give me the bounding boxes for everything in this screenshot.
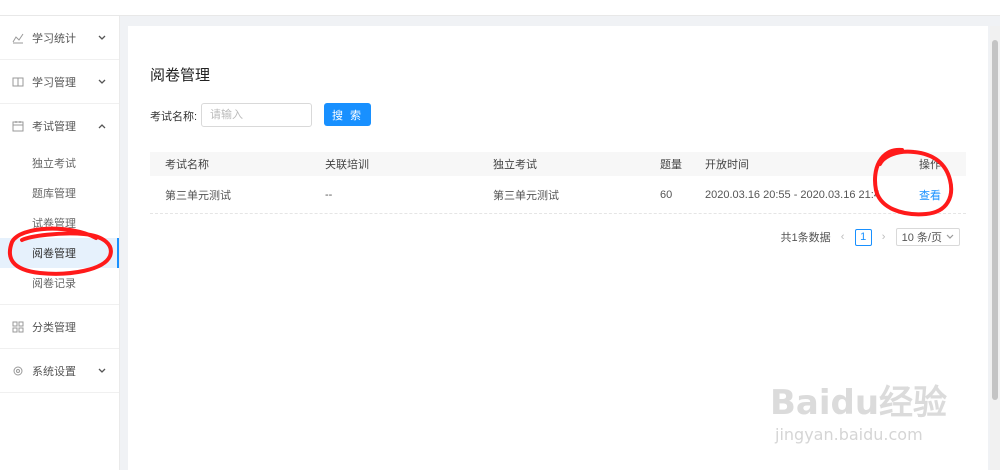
sidebar-group-system-settings[interactable]: 系统设置 bbox=[0, 349, 119, 393]
calendar-icon bbox=[12, 120, 24, 132]
exam-management-section: 考试管理 独立考试 题库管理 试卷管理 阅卷管理 阅卷记录 bbox=[0, 104, 119, 305]
column-header-independent-exam: 独立考试 bbox=[493, 159, 537, 171]
column-header-question-count: 题量 bbox=[660, 159, 682, 171]
sidebar-group-learning-management[interactable]: 学习管理 bbox=[0, 60, 119, 104]
pagination-total: 共1条数据 bbox=[780, 232, 831, 244]
pagination: 共1条数据 ‹ 1 › 10 条/页 bbox=[781, 228, 960, 246]
chevron-down-icon bbox=[946, 234, 954, 239]
scrollbar[interactable] bbox=[990, 26, 1000, 470]
sidebar-group-label: 学习管理 bbox=[32, 76, 76, 89]
exam-name-input[interactable] bbox=[201, 103, 312, 127]
page-size-value: 10 条/页 bbox=[901, 232, 942, 244]
chevron-down-icon bbox=[97, 33, 107, 43]
sidebar-group-label: 分类管理 bbox=[32, 321, 76, 334]
sidebar-group-learning-stats[interactable]: 学习统计 bbox=[0, 16, 119, 60]
column-header-open-time: 开放时间 bbox=[705, 159, 749, 171]
main-panel: 阅卷管理 考试名称: 搜 索 考试名称 关联培训 独立考试 题量 开放时间 操作… bbox=[128, 26, 988, 470]
sidebar-group-exam-management[interactable]: 考试管理 bbox=[0, 104, 119, 148]
column-header-training: 关联培训 bbox=[325, 159, 369, 171]
column-header-exam-name: 考试名称 bbox=[165, 159, 209, 171]
exam-name-label: 考试名称: bbox=[150, 111, 198, 123]
line-chart-icon bbox=[12, 32, 24, 44]
column-header-action: 操作 bbox=[919, 159, 941, 171]
next-page-icon[interactable]: › bbox=[878, 231, 890, 243]
grid-icon bbox=[12, 321, 24, 333]
cell-training: -- bbox=[325, 188, 333, 201]
sidebar-item-grading-records[interactable]: 阅卷记录 bbox=[0, 268, 119, 298]
cell-independent-exam: 第三单元测试 bbox=[493, 189, 559, 202]
prev-page-icon[interactable]: ‹ bbox=[837, 231, 849, 243]
sidebar: 学习统计 学习管理 考试管理 独立考试 题库管理 试卷管理 阅卷管理 阅卷记录 bbox=[0, 16, 120, 470]
page-title: 阅卷管理 bbox=[150, 67, 211, 84]
chevron-up-icon bbox=[97, 121, 107, 131]
cell-open-time: 2020.03.16 20:55 - 2020.03.16 21:4 bbox=[705, 188, 880, 201]
grading-table: 考试名称 关联培训 独立考试 题量 开放时间 操作 第三单元测试 -- 第三单元… bbox=[150, 152, 966, 214]
sidebar-group-label: 考试管理 bbox=[32, 121, 76, 133]
chevron-down-icon bbox=[97, 77, 107, 87]
table-row: 第三单元测试 -- 第三单元测试 60 2020.03.16 20:55 - 2… bbox=[150, 176, 966, 214]
scrollbar-thumb[interactable] bbox=[992, 40, 998, 400]
page-number[interactable]: 1 bbox=[854, 228, 872, 246]
sidebar-group-label: 系统设置 bbox=[32, 365, 76, 378]
view-link[interactable]: 查看 bbox=[919, 190, 941, 202]
gear-icon bbox=[12, 365, 24, 377]
page-size-select[interactable]: 10 条/页 bbox=[895, 228, 960, 246]
cell-question-count: 60 bbox=[660, 188, 673, 201]
book-icon bbox=[12, 76, 24, 88]
sidebar-item-paper-management[interactable]: 试卷管理 bbox=[0, 208, 119, 238]
sidebar-item-independent-exam[interactable]: 独立考试 bbox=[0, 148, 119, 178]
cell-exam-name: 第三单元测试 bbox=[165, 189, 231, 202]
chevron-down-icon bbox=[97, 366, 107, 376]
sidebar-item-grading-management[interactable]: 阅卷管理 bbox=[0, 238, 119, 268]
table-header: 考试名称 关联培训 独立考试 题量 开放时间 操作 bbox=[150, 152, 966, 176]
search-button[interactable]: 搜 索 bbox=[324, 103, 371, 126]
sidebar-group-label: 学习统计 bbox=[32, 32, 76, 45]
sidebar-item-question-bank[interactable]: 题库管理 bbox=[0, 178, 119, 208]
top-bar bbox=[0, 0, 1000, 16]
cell-action: 查看 bbox=[887, 187, 966, 203]
sidebar-group-category-management[interactable]: 分类管理 bbox=[0, 305, 119, 349]
